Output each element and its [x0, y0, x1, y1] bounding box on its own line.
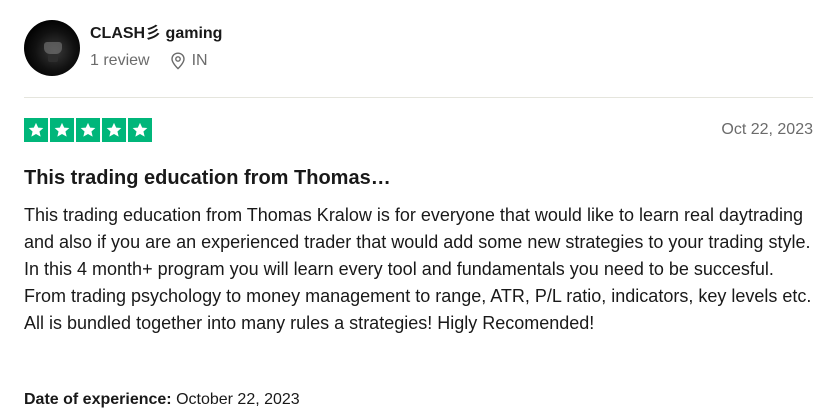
reviewer-location: IN — [191, 52, 208, 69]
review-count: 1 review — [90, 52, 150, 69]
star-icon — [24, 118, 48, 142]
location-pin-icon — [170, 52, 186, 70]
review-title[interactable]: This trading education from Thomas… — [24, 164, 391, 192]
review-date: Oct 22, 2023 — [721, 121, 813, 138]
avatar[interactable] — [24, 20, 80, 76]
reviewer-info: CLASH彡 gaming 1 review IN — [90, 23, 222, 71]
star-icon — [76, 118, 100, 142]
date-of-experience: Date of experience: October 22, 2023 — [24, 389, 300, 411]
star-rating — [24, 118, 152, 142]
reviewer-meta: 1 review IN — [90, 51, 222, 71]
divider — [24, 97, 813, 98]
review-card: CLASH彡 gaming 1 review IN Oct 22, 2023 T… — [0, 0, 833, 420]
reviewer-name[interactable]: CLASH彡 gaming — [90, 23, 222, 45]
experience-date: October 22, 2023 — [176, 391, 300, 408]
star-icon — [102, 118, 126, 142]
reviewer-header: CLASH彡 gaming 1 review IN — [24, 20, 222, 76]
experience-label: Date of experience: — [24, 391, 172, 408]
star-icon — [128, 118, 152, 142]
review-body: This trading education from Thomas Kralo… — [24, 205, 812, 333]
star-icon — [50, 118, 74, 142]
